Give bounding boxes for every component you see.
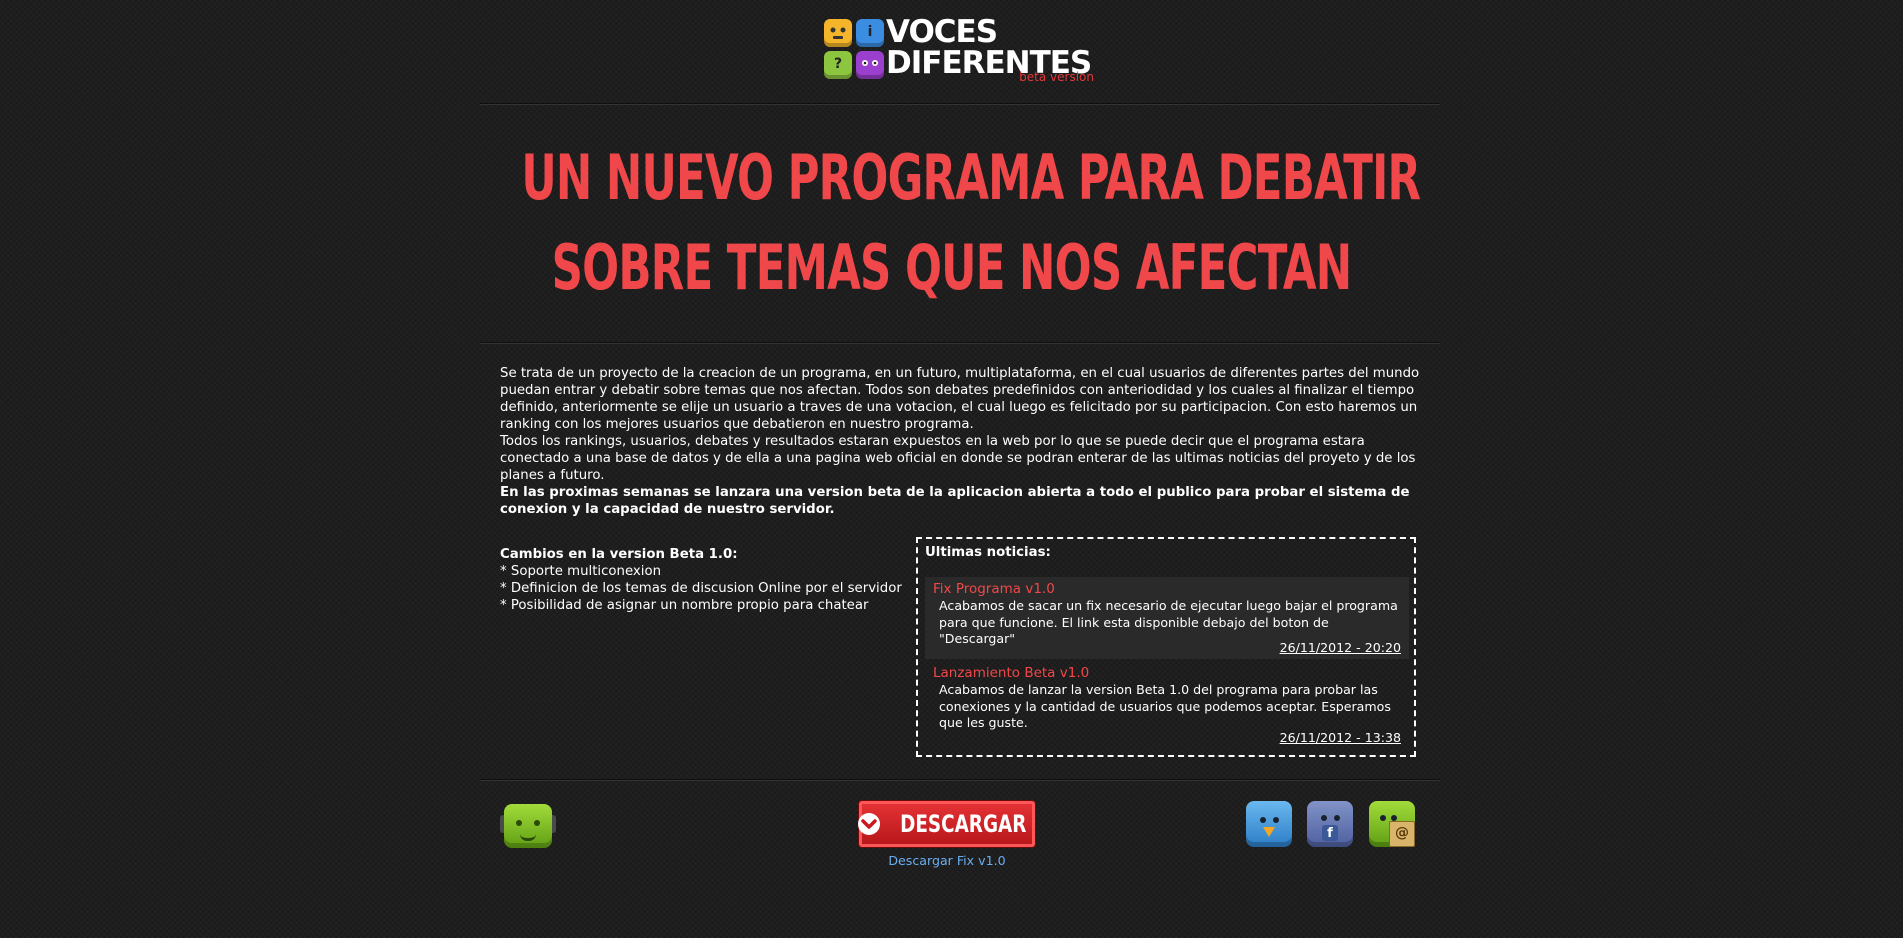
twitter-eye	[1260, 817, 1266, 823]
changes-title: Cambios en la version Beta 1.0:	[500, 547, 738, 562]
bird-beak-icon	[1263, 827, 1275, 837]
face-yellow-icon	[824, 19, 852, 47]
download-button[interactable]: DESCARGAR	[857, 801, 1035, 847]
facebook-eye	[1334, 815, 1340, 821]
intro-paragraph-2: Todos los rankings, usuarios, debates y …	[500, 434, 1416, 483]
news-item: Lanzamiento Beta v1.0 Acabamos de lanzar…	[925, 661, 1409, 749]
twitter-eye	[1273, 817, 1279, 823]
mascot-body	[504, 804, 552, 848]
mascot-eye	[516, 820, 522, 826]
footer-divider	[480, 779, 1440, 781]
facebook-icon[interactable]: f	[1306, 799, 1356, 851]
logo-icons: i ?	[824, 19, 886, 81]
chevron-down-icon	[857, 812, 881, 836]
changes-list: Cambios en la version Beta 1.0: * Soport…	[500, 546, 902, 614]
news-date: 26/11/2012 - 13:38	[1279, 730, 1401, 745]
info-blue-icon: i	[856, 19, 884, 47]
contact-mail-icon[interactable]: @	[1368, 799, 1418, 851]
header-divider	[480, 103, 1440, 105]
mascot-eye	[534, 820, 540, 826]
intro-text: Se trata de un proyecto de la creacion d…	[500, 365, 1425, 518]
hero-headline: UN NUEVO PROGRAMA PARA DEBATIR SOBRE TEM…	[521, 133, 1421, 313]
facebook-tile: f	[1307, 801, 1353, 847]
address-book-icon: @	[1389, 821, 1415, 847]
download-label: DESCARGAR	[899, 810, 1027, 838]
hero-line-1: UN NUEVO PROGRAMA PARA DEBATIR	[521, 141, 1421, 214]
news-heading: Fix Programa v1.0	[933, 581, 1055, 597]
facebook-badge: f	[1322, 825, 1338, 841]
face-purple-icon	[856, 51, 884, 79]
news-date: 26/11/2012 - 20:20	[1279, 640, 1401, 655]
mascot-mouth	[520, 834, 536, 841]
download-fix-link[interactable]: Descargar Fix v1.0	[859, 853, 1035, 868]
changes-item: * Posibilidad de asignar un nombre propi…	[500, 598, 869, 613]
hero-divider	[480, 342, 1440, 344]
news-box: Ultimas noticias: Fix Programa v1.0 Acab…	[916, 537, 1416, 757]
news-body: Acabamos de lanzar la version Beta 1.0 d…	[939, 682, 1391, 730]
changes-item: * Definicion de los temas de discusion O…	[500, 581, 902, 596]
mascot-icon	[500, 801, 556, 851]
site-logo[interactable]: i ? VOCES DIFERENTES beta version	[824, 17, 1096, 87]
twitter-tile	[1246, 801, 1292, 847]
news-title: Ultimas noticias:	[925, 545, 1051, 560]
beta-label: beta version	[1019, 70, 1094, 84]
mail-eye	[1380, 815, 1386, 821]
hero-line-2: SOBRE TEMAS QUE NOS AFECTAN	[551, 231, 1353, 304]
news-item: Fix Programa v1.0 Acabamos de sacar un f…	[925, 577, 1409, 659]
intro-paragraph-1: Se trata de un proyecto de la creacion d…	[500, 366, 1420, 432]
changes-item: * Soporte multiconexion	[500, 564, 662, 579]
twitter-icon[interactable]	[1245, 799, 1295, 851]
question-green-icon: ?	[824, 51, 852, 79]
mail-tile: @	[1369, 801, 1415, 847]
facebook-eye	[1321, 815, 1327, 821]
news-heading: Lanzamiento Beta v1.0	[933, 665, 1090, 681]
intro-paragraph-3: En las proximas semanas se lanzara una v…	[500, 485, 1410, 517]
